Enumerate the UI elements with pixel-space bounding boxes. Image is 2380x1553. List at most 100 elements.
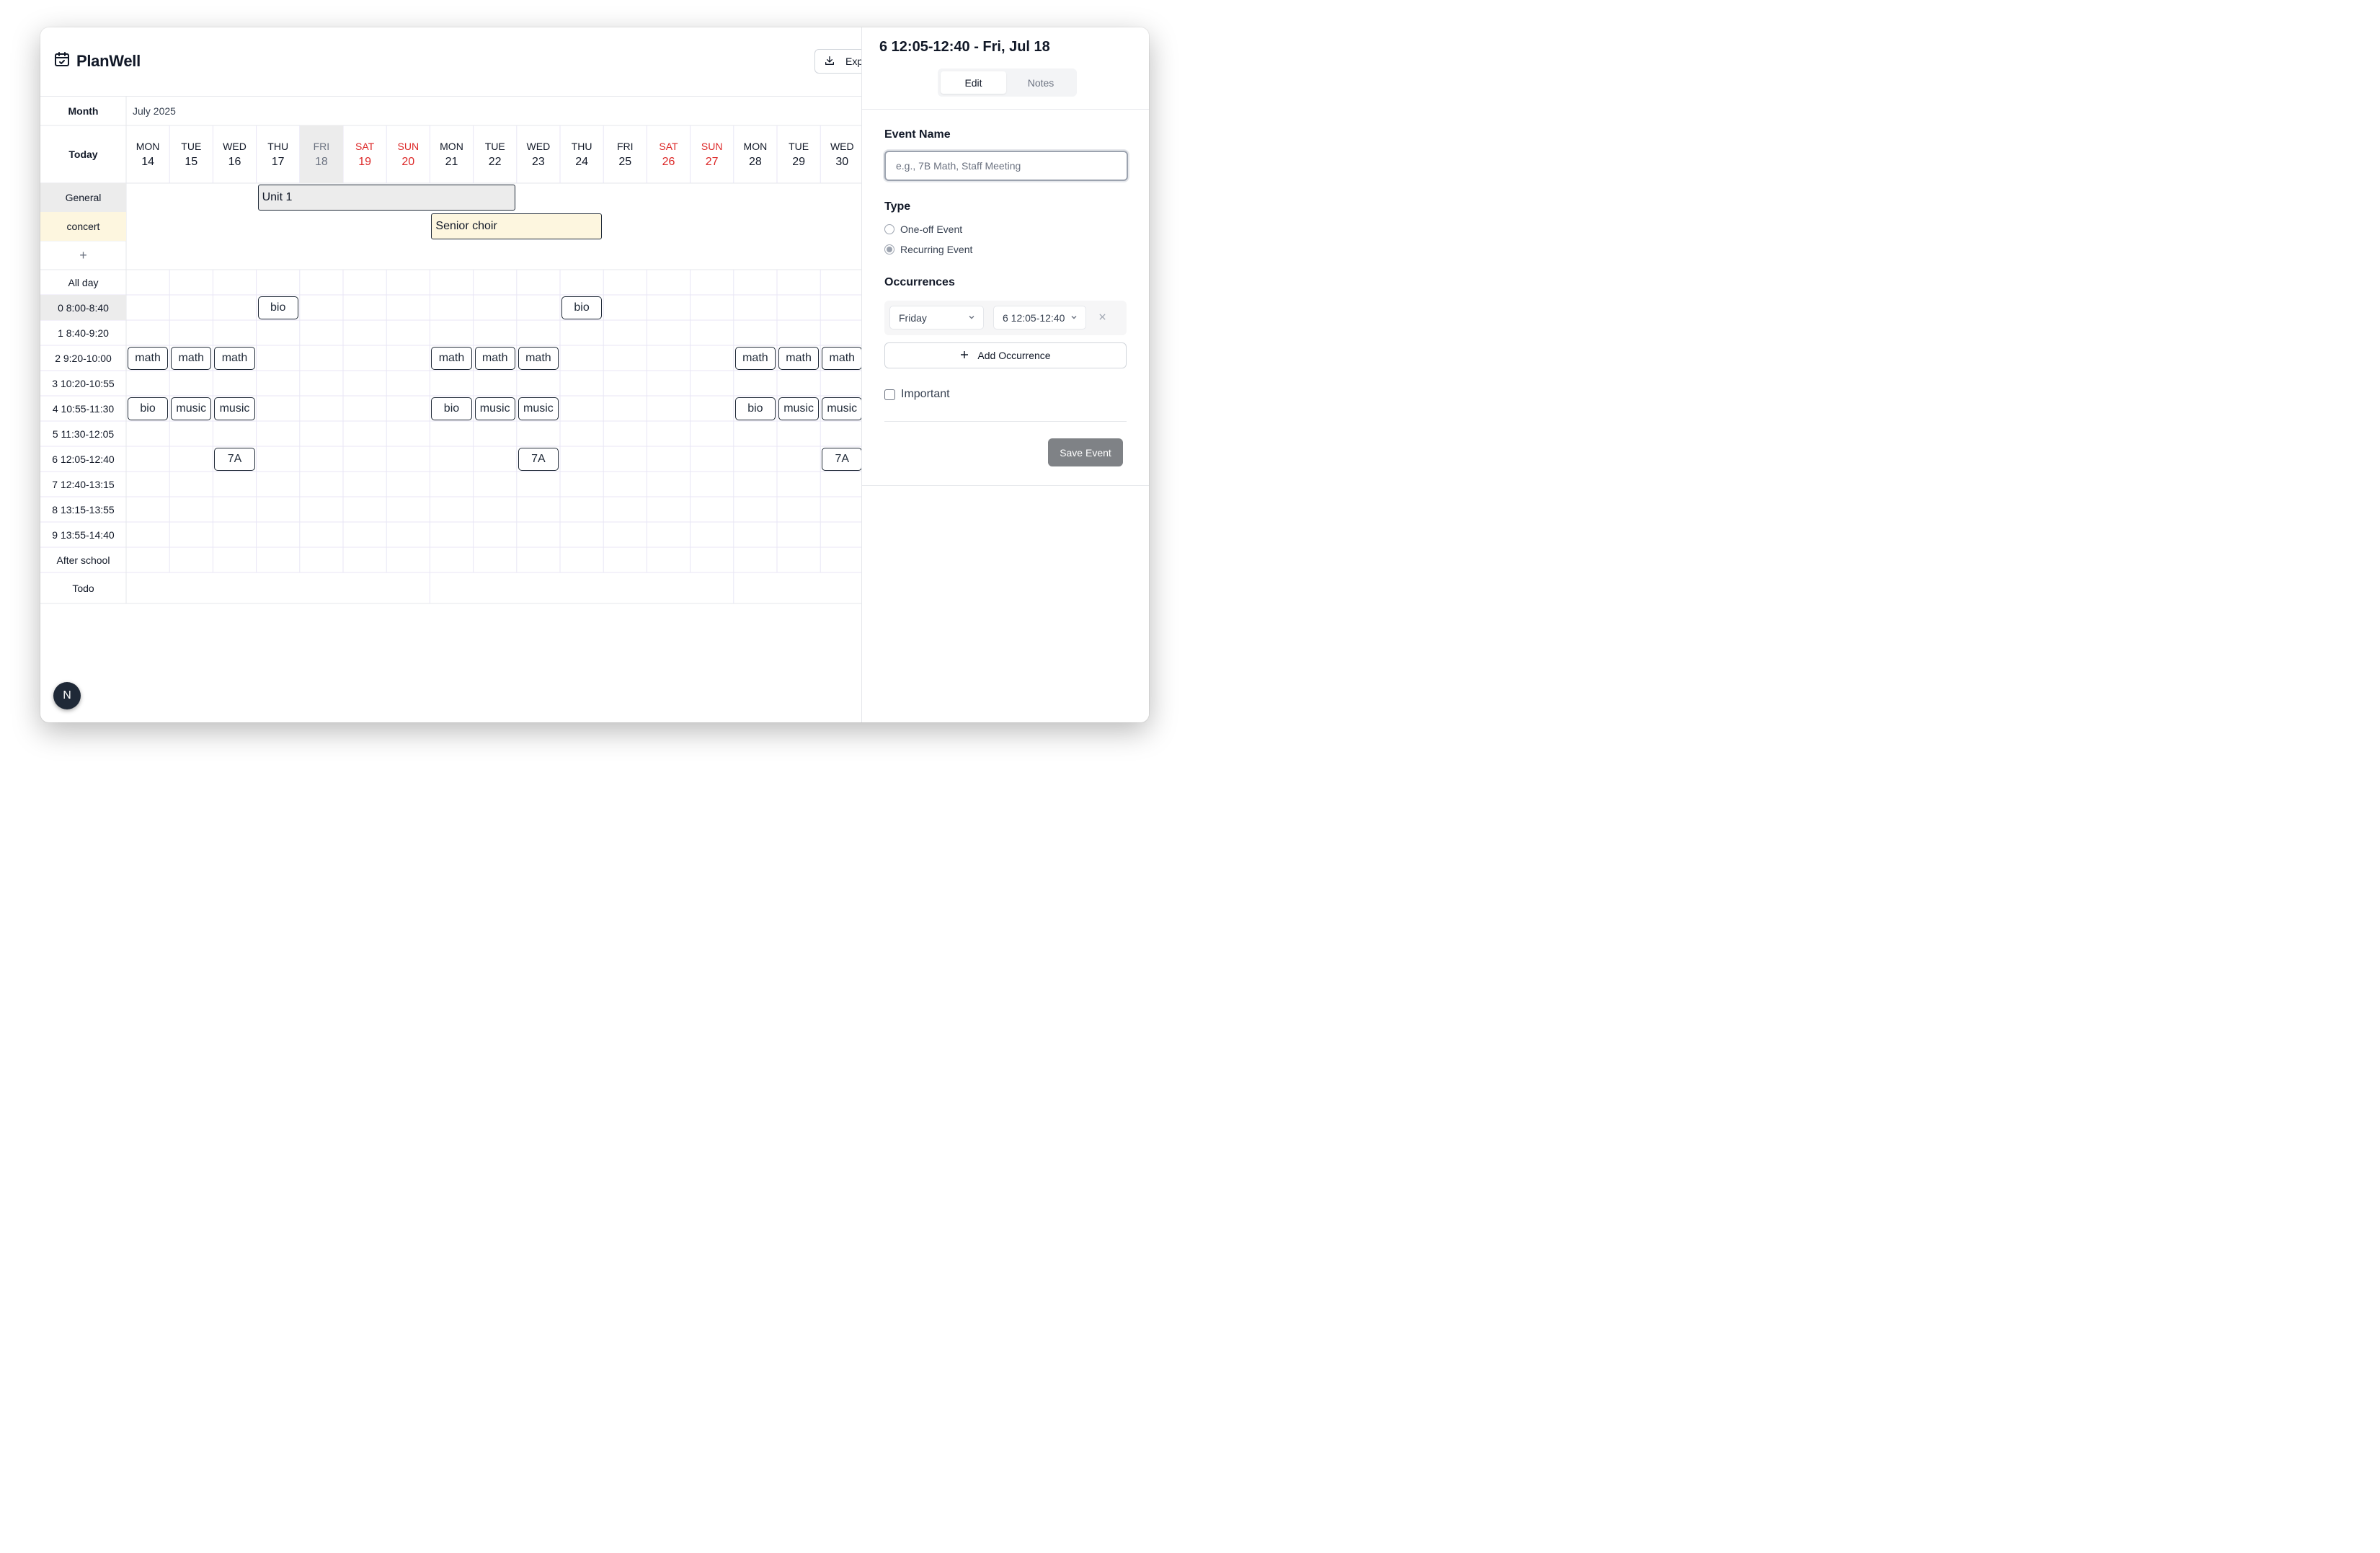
day-of-week: WED: [526, 141, 551, 152]
app-name: PlanWell: [76, 51, 141, 70]
occurrence-period-select[interactable]: 6 12:05-12:40: [993, 306, 1086, 329]
band-label[interactable]: General: [40, 183, 126, 212]
panel-bottom-divider: [862, 485, 1149, 486]
important-toggle[interactable]: Important: [884, 388, 950, 401]
month-view-button[interactable]: Month: [40, 97, 126, 125]
day-header[interactable]: THU 24: [560, 125, 603, 183]
event-chip[interactable]: math: [778, 347, 820, 370]
day-header[interactable]: WED 23: [517, 125, 560, 183]
event-chip[interactable]: music: [518, 397, 559, 420]
day-of-week: SAT: [355, 141, 375, 152]
occurrence-row: Friday 6 12:05-12:40: [884, 301, 1127, 335]
panel-title: 6 12:05-12:40 - Fri, Jul 18: [879, 39, 1050, 55]
add-band-button[interactable]: +: [40, 241, 126, 270]
radio-button[interactable]: [884, 244, 894, 255]
event-chip[interactable]: bio: [431, 397, 472, 420]
export-label: Exp: [845, 56, 863, 67]
event-chip[interactable]: music: [214, 397, 255, 420]
period-label: 6 12:05-12:40: [52, 453, 115, 465]
event-chip[interactable]: bio: [734, 397, 776, 420]
week-calendar: Month July 2025 Today MON 14 TUE 15 WED 16 THU…: [40, 96, 861, 630]
add-occurrence-button[interactable]: Add Occurrence: [884, 342, 1127, 368]
day-header[interactable]: MON 14: [126, 125, 169, 183]
event-chip[interactable]: math: [171, 347, 212, 370]
day-number: 25: [618, 156, 632, 168]
important-checkbox[interactable]: [884, 389, 895, 400]
event-chip[interactable]: bio: [128, 397, 169, 420]
day-of-week: SUN: [397, 141, 419, 152]
day-header[interactable]: SAT 26: [647, 125, 690, 183]
remove-occurrence-button[interactable]: [1096, 311, 1109, 324]
day-number: 27: [705, 156, 719, 168]
occurrence-day-select[interactable]: Friday: [889, 306, 984, 329]
band-event[interactable]: Senior choir: [431, 213, 603, 239]
period-label: 8 13:15-13:55: [52, 503, 115, 516]
day-header[interactable]: FRI 18: [299, 125, 343, 183]
period-label: 0 8:00-8:40: [40, 295, 126, 320]
event-chip[interactable]: music: [822, 397, 861, 420]
day-number: 22: [488, 156, 502, 168]
event-chip[interactable]: music: [474, 397, 515, 420]
day-header[interactable]: TUE 15: [169, 125, 213, 183]
day-header[interactable]: WED 30: [820, 125, 861, 183]
day-number: 24: [575, 156, 588, 168]
radio-button[interactable]: [884, 224, 894, 234]
event-name-input[interactable]: [884, 151, 1128, 181]
day-header[interactable]: SAT 19: [343, 125, 386, 183]
day-header[interactable]: TUE 29: [777, 125, 820, 183]
month-title: July 2025: [133, 105, 176, 117]
event-chip[interactable]: 7A: [518, 448, 559, 471]
day-header[interactable]: WED 16: [213, 125, 256, 183]
day-number: 21: [445, 156, 458, 168]
chevron-down-icon: [1070, 312, 1078, 324]
event-chip[interactable]: music: [778, 397, 820, 420]
radio-label: One-off Event: [900, 224, 963, 235]
panel-tabs: Edit Notes: [938, 68, 1077, 97]
close-icon: [1098, 311, 1106, 324]
dev-badge[interactable]: N: [53, 682, 81, 709]
band-event[interactable]: Unit 1: [257, 185, 515, 211]
event-chip[interactable]: math: [822, 347, 861, 370]
event-chip[interactable]: 7A: [214, 448, 255, 471]
period-label: 4 10:55-11:30: [52, 402, 115, 415]
panel-divider: [862, 109, 1149, 110]
day-of-week: MON: [743, 141, 768, 152]
brand[interactable]: PlanWell: [53, 50, 141, 71]
day-number: 16: [228, 156, 241, 168]
radio-recurring-event[interactable]: Recurring Event: [884, 244, 972, 255]
app-window: PlanWell Exp Month July 2025 Today MON 14…: [40, 27, 1149, 722]
event-chip[interactable]: math: [518, 347, 559, 370]
day-number: 14: [141, 156, 154, 168]
today-button[interactable]: Today: [40, 125, 126, 183]
day-header[interactable]: MON 28: [734, 125, 777, 183]
radio-label: Recurring Event: [900, 244, 973, 255]
event-name-label: Event Name: [884, 128, 951, 141]
day-header[interactable]: MON 21: [430, 125, 473, 183]
day-header[interactable]: TUE 22: [474, 125, 517, 183]
tab-notes[interactable]: Notes: [1008, 71, 1074, 94]
important-label: Important: [901, 388, 950, 400]
event-chip[interactable]: bio: [561, 296, 603, 319]
event-chip[interactable]: bio: [257, 296, 298, 319]
day-header[interactable]: FRI 25: [603, 125, 647, 183]
day-number: 29: [792, 156, 805, 168]
tab-edit[interactable]: Edit: [941, 71, 1006, 94]
event-chip[interactable]: 7A: [822, 448, 861, 471]
day-number: 28: [748, 156, 762, 168]
day-of-week: TUE: [484, 141, 505, 152]
event-chip[interactable]: math: [431, 347, 472, 370]
day-header[interactable]: SUN 20: [386, 125, 430, 183]
period-label: 9 13:55-14:40: [52, 528, 115, 541]
day-header[interactable]: THU 17: [257, 125, 300, 183]
radio-one-off-event[interactable]: One-off Event: [884, 224, 962, 235]
event-chip[interactable]: math: [128, 347, 169, 370]
band-label[interactable]: concert: [40, 212, 126, 241]
event-chip[interactable]: math: [474, 347, 515, 370]
event-chip[interactable]: math: [734, 347, 776, 370]
day-header[interactable]: SUN 27: [691, 125, 734, 183]
save-event-button[interactable]: Save Event: [1048, 438, 1123, 466]
day-number: 19: [358, 156, 371, 168]
type-label: Type: [884, 200, 911, 213]
event-chip[interactable]: math: [214, 347, 255, 370]
event-chip[interactable]: music: [171, 397, 212, 420]
